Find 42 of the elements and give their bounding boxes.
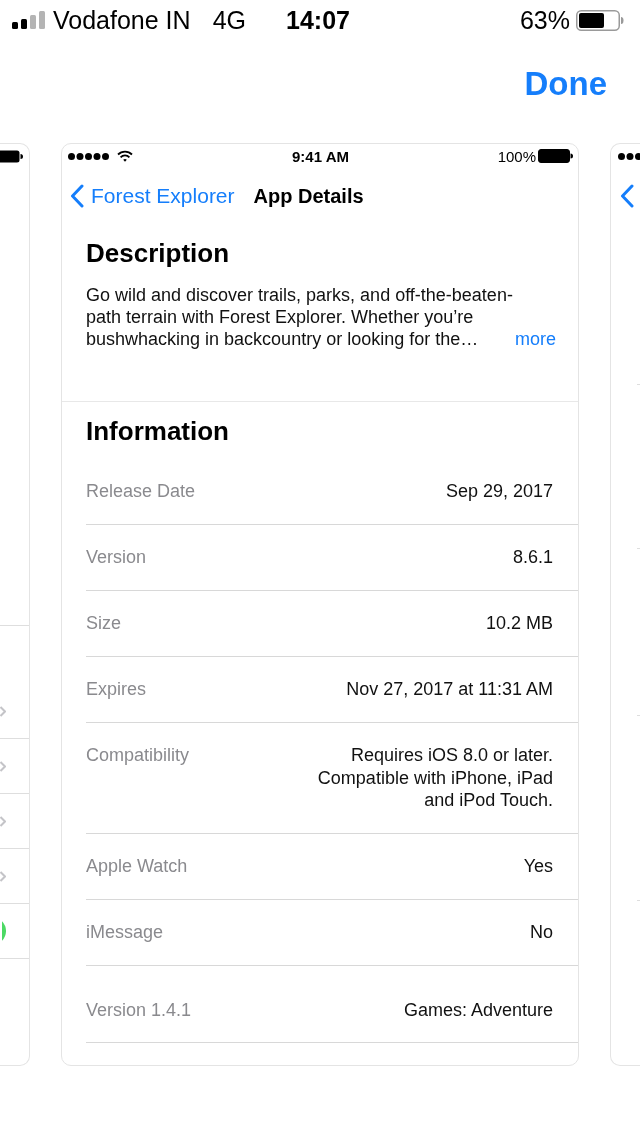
clock-time: 9:41 AM	[292, 147, 349, 165]
battery-percent: 100%	[497, 147, 536, 165]
chevron-icon	[0, 815, 6, 827]
info-value: Requires iOS 8.0 or later. Compatible with iPhone, iPad and iPod Touch.	[317, 744, 553, 812]
more-link[interactable]: more	[515, 328, 556, 350]
signal-icon	[12, 11, 46, 29]
info-label: Expires	[86, 678, 147, 701]
battery-percent: 63%	[519, 5, 570, 35]
section-heading: Description	[86, 238, 231, 268]
info-label: Version	[86, 546, 147, 569]
signal-dots-icon	[618, 152, 640, 160]
page-title: App Details	[253, 184, 364, 208]
category-text: Games: Adventure	[403, 999, 553, 1022]
chevron-icon	[0, 760, 6, 772]
carrier-name: Vodafone IN	[53, 5, 191, 35]
section-heading: Information	[86, 416, 230, 446]
info-label: Size	[86, 612, 121, 635]
chevron-icon	[0, 705, 6, 717]
info-value: 8.6.1	[512, 546, 553, 569]
info-label: Apple Watch	[86, 855, 188, 878]
info-value: Nov 27, 2017 at 11:31 AM	[346, 678, 553, 701]
info-value: Sep 29, 2017	[445, 480, 553, 503]
chevron-icon	[620, 184, 634, 208]
version-text: Version 1.4.1	[86, 999, 192, 1022]
wifi-icon	[117, 150, 133, 162]
info-label: Release Date	[86, 480, 196, 503]
signal-dots-icon	[68, 152, 109, 160]
description-text: Go wild and discover trails, parks, and off-the-beaten-path terrain with Forest Explorer. Whether you’re bushwhacking in backcountry or looking for the…	[86, 284, 514, 350]
battery-icon	[576, 9, 624, 31]
info-value: No	[530, 921, 553, 944]
clock-time: 14:07	[286, 5, 350, 35]
info-label: Compatibility	[86, 744, 190, 767]
network-type: 4G	[212, 5, 246, 35]
info-value: 10.2 MB	[485, 612, 553, 635]
back-button[interactable]: Forest Explorer	[70, 183, 235, 209]
done-button[interactable]: Done	[524, 66, 607, 102]
info-value: Yes	[523, 855, 553, 878]
info-label: iMessage	[86, 921, 164, 944]
battery-icon	[0, 149, 23, 163]
chevron-icon	[70, 184, 84, 208]
battery-icon	[538, 149, 573, 163]
chevron-icon	[0, 870, 6, 882]
